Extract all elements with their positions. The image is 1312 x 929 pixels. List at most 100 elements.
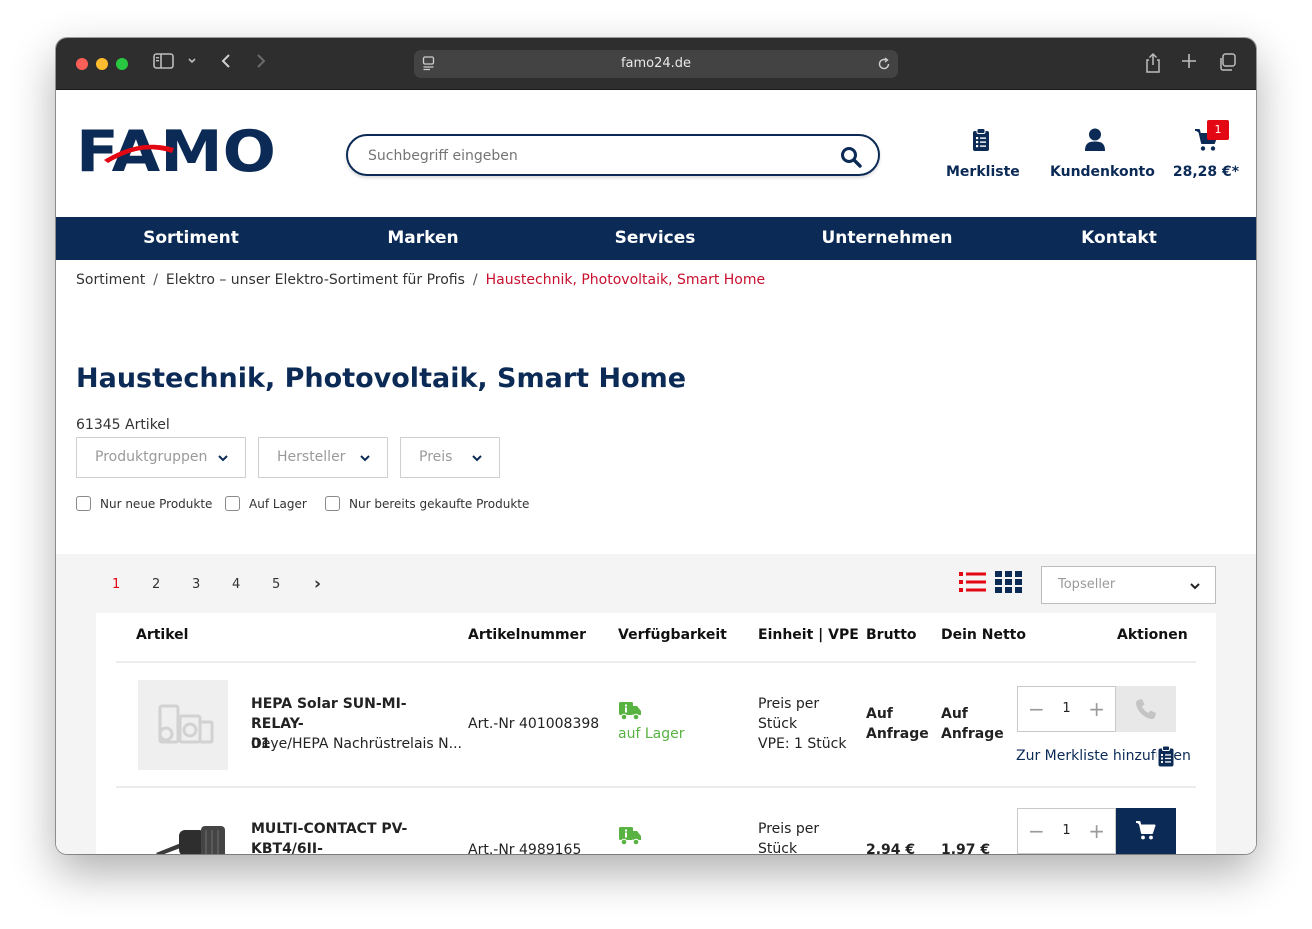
netto-price: Auf Anfrage <box>941 706 1004 742</box>
close-window-button[interactable] <box>76 58 88 70</box>
url-text: famo24.de <box>620 56 692 71</box>
phone-icon <box>1136 699 1156 719</box>
minimize-window-button[interactable] <box>96 58 108 70</box>
page-link-4[interactable]: 4 <box>232 577 240 592</box>
cart-total: 28,28 €* <box>1172 164 1240 180</box>
product-name[interactable]: MULTI-CONTACT PV-KBT4/6II-UR <box>251 819 451 854</box>
filter-produktgruppen[interactable]: Produktgruppen <box>76 437 246 478</box>
sort-select[interactable]: Topseller <box>1041 566 1216 604</box>
checkbox[interactable] <box>325 496 340 511</box>
share-icon[interactable] <box>1144 52 1162 81</box>
filter-preis[interactable]: Preis <box>400 437 500 478</box>
article-number: Art.-Nr 4989165 <box>468 842 582 854</box>
page-title: Haustechnik, Photovoltaik, Smart Home <box>76 363 687 394</box>
nav-item-kontakt[interactable]: Kontakt <box>1003 217 1235 260</box>
main-navigation: Sortiment Marken Services Unternehmen Ko… <box>56 217 1256 260</box>
chevron-down-icon <box>217 438 229 477</box>
netto-price: 1,97 € <box>941 842 991 854</box>
product-image-placeholder[interactable] <box>138 680 228 770</box>
search-input[interactable] <box>368 144 808 168</box>
user-icon <box>1085 128 1105 151</box>
cart-icon <box>1136 821 1156 840</box>
checkbox-label: Nur bereits gekaufte Produkte <box>349 497 530 511</box>
checkbox-label: Nur neue Produkte <box>100 497 213 511</box>
brutto-price: Auf Anfrage <box>866 706 929 742</box>
add-to-cart-button[interactable] <box>1116 808 1176 854</box>
nav-item-marken[interactable]: Marken <box>307 217 539 260</box>
clipboard-list-icon <box>973 128 989 151</box>
product-image-connector[interactable] <box>151 818 231 854</box>
column-header-einheit-vpe: Einheit | VPE <box>758 627 859 643</box>
request-price-button[interactable] <box>1116 686 1176 732</box>
page-link-3[interactable]: 3 <box>192 577 200 592</box>
filter-hersteller[interactable]: Hersteller <box>258 437 388 478</box>
unit-info: Preis per Stück <box>758 821 820 854</box>
grid-view-icon[interactable] <box>995 571 1022 598</box>
column-header-brutto: Brutto <box>866 627 917 643</box>
checkbox[interactable] <box>225 496 240 511</box>
cart-count-badge: 1 <box>1207 120 1229 140</box>
tab-overview-icon[interactable] <box>1218 52 1238 79</box>
address-bar[interactable]: famo24.de <box>414 50 898 78</box>
chevron-down-icon <box>359 438 371 477</box>
search-bar <box>346 134 880 176</box>
breadcrumb: Sortiment / Elektro – unser Elektro-Sortim… <box>76 272 765 288</box>
merkliste-label: Merkliste <box>946 164 1020 180</box>
page-link-5[interactable]: 5 <box>272 577 280 592</box>
checkbox-bereits-gekaufte[interactable]: Nur bereits gekaufte Produkte <box>325 496 529 511</box>
chevron-down-icon <box>1189 567 1201 603</box>
truck-info-icon <box>618 701 642 726</box>
product-description: Deye/HEPA Nachrüstrelais N... <box>251 736 462 752</box>
page-link-1[interactable]: 1 <box>112 577 120 592</box>
kundenkonto-label: Kundenkonto <box>1050 164 1155 180</box>
browser-toolbar: famo24.de <box>56 38 1256 90</box>
filter-label: Produktgruppen <box>95 449 208 465</box>
column-header-netto: Dein Netto <box>941 627 1026 643</box>
article-count: 61345 Artikel <box>76 417 170 433</box>
column-header-aktionen: Aktionen <box>1117 627 1188 643</box>
new-tab-icon[interactable] <box>1180 52 1198 77</box>
row-divider <box>116 661 1196 663</box>
back-icon[interactable] <box>219 52 233 77</box>
increase-quantity-button[interactable]: + <box>1088 809 1105 853</box>
famo-logo[interactable]: FAMO <box>76 119 278 185</box>
checkbox[interactable] <box>76 496 91 511</box>
brutto-price: 2,94 € <box>866 842 916 854</box>
breadcrumb-item-sortiment[interactable]: Sortiment <box>76 272 145 288</box>
merkliste-link[interactable]: Merkliste <box>946 128 1020 180</box>
sidebar-toggle-icon[interactable] <box>153 52 175 77</box>
breadcrumb-separator: / <box>472 272 478 288</box>
row-divider <box>116 786 1196 788</box>
filter-label: Hersteller <box>277 449 346 465</box>
filter-label: Preis <box>419 449 453 465</box>
availability-status: auf Lager <box>618 726 685 742</box>
nav-item-services[interactable]: Services <box>539 217 771 260</box>
nav-item-unternehmen[interactable]: Unternehmen <box>771 217 1003 260</box>
browser-window: famo24.de FAMO Suchbegriff eingeben Merk… <box>56 38 1256 854</box>
checkbox-auf-lager[interactable]: Auf Lager <box>225 496 307 511</box>
clipboard-add-icon[interactable] <box>1157 745 1174 772</box>
checkbox-nur-neue-produkte[interactable]: Nur neue Produkte <box>76 496 212 511</box>
article-number: Art.-Nr 401008398 <box>468 716 600 732</box>
search-icon[interactable] <box>840 146 862 173</box>
increase-quantity-button[interactable]: + <box>1088 687 1105 731</box>
breadcrumb-item-elektro[interactable]: Elektro – unser Elektro-Sortiment für Pr… <box>166 272 465 288</box>
web-page: FAMO Merkliste Kundenkonto 28,28 €* 1 <box>56 91 1256 854</box>
page-link-2[interactable]: 2 <box>152 577 160 592</box>
list-view-icon[interactable] <box>959 571 986 598</box>
chevron-down-icon[interactable] <box>186 52 198 77</box>
reload-icon[interactable] <box>876 56 892 76</box>
kundenkonto-link[interactable]: Kundenkonto <box>1050 128 1155 180</box>
column-header-artikel: Artikel <box>136 627 189 643</box>
product-table: Artikel Artikelnummer Verfügbarkeit Einh… <box>96 613 1216 854</box>
next-page-chevron-icon[interactable]: › <box>314 574 321 594</box>
forward-icon[interactable] <box>254 52 268 77</box>
breadcrumb-separator: / <box>153 272 158 288</box>
appliance-placeholder-icon <box>158 704 214 744</box>
column-header-verfuegbarkeit: Verfügbarkeit <box>618 627 727 643</box>
nav-item-sortiment[interactable]: Sortiment <box>75 217 307 260</box>
cart-link[interactable]: 28,28 €* <box>1172 128 1240 180</box>
breadcrumb-item-current: Haustechnik, Photovoltaik, Smart Home <box>485 272 766 288</box>
zoom-window-button[interactable] <box>116 58 128 70</box>
unit-info: Preis per Stück VPE: 1 Stück <box>758 696 847 752</box>
